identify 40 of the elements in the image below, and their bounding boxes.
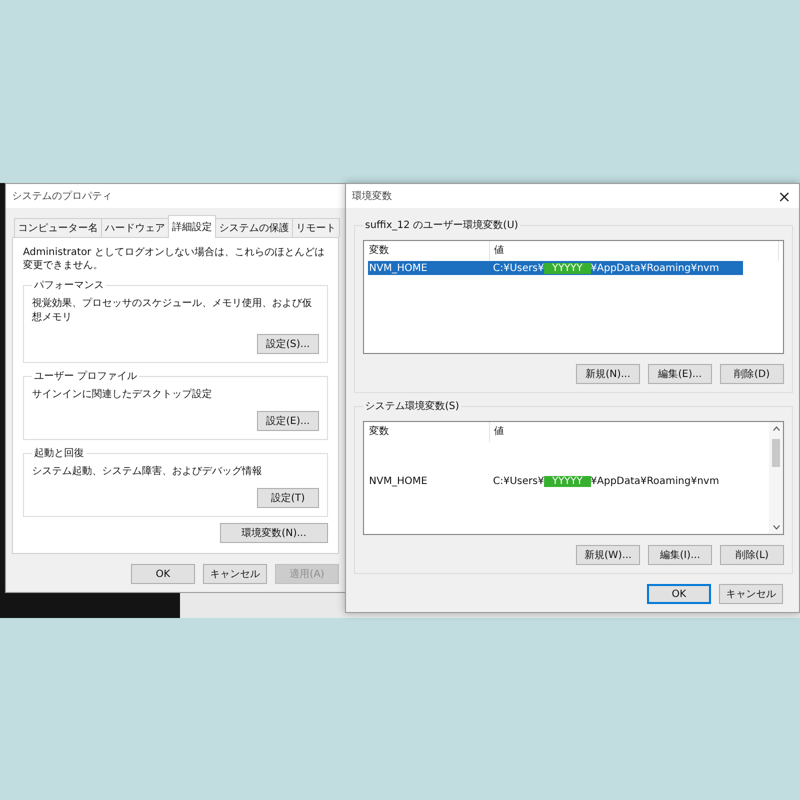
list-action-button[interactable]: 新規(W)...: [576, 545, 640, 565]
environment-variables-button[interactable]: 環境変数(N)...: [220, 523, 328, 543]
list-action-button[interactable]: 編集(I)...: [648, 545, 712, 565]
variable-row[interactable]: NVM_HOME C:¥Users¥ YYYYY ¥AppData¥Roaming¥nvm: [368, 474, 743, 488]
window-title: 環境変数: [352, 190, 392, 203]
settings-button[interactable]: 設定(E)...: [257, 411, 319, 431]
list-action-button[interactable]: 新規(N)...: [576, 364, 640, 384]
group-description: 視覚効果、プロセッサのスケジュール、メモリ使用、および仮想メモリ: [32, 296, 313, 324]
group-title: パフォーマンス: [33, 279, 105, 292]
list-action-button[interactable]: 削除(L): [720, 545, 784, 565]
dialog-button[interactable]: キャンセル: [719, 584, 783, 604]
variable-value: C:¥Users¥ YYYYY ¥AppData¥Roaming¥nvm: [492, 476, 720, 486]
group-title: システム環境変数(S): [364, 400, 460, 413]
window-title: システムのプロパティ: [12, 190, 112, 203]
variable-name: NVM_HOME: [368, 262, 428, 274]
group-description: サインインに関連したデスクトップ設定: [32, 388, 213, 401]
list-action-button[interactable]: 削除(D): [720, 364, 784, 384]
scroll-thumb[interactable]: [772, 439, 780, 467]
scrollbar[interactable]: [769, 422, 783, 534]
group-title: suffix_12 のユーザー環境変数(U): [364, 218, 520, 232]
list-action-button[interactable]: 編集(E)...: [648, 364, 712, 384]
scroll-down-icon[interactable]: [772, 525, 780, 530]
settings-button[interactable]: 設定(T): [257, 488, 319, 508]
variable-name: NVM_HOME: [368, 476, 428, 486]
column-header: 変数: [368, 422, 490, 442]
dialog-button[interactable]: OK: [131, 564, 195, 584]
scroll-up-icon[interactable]: [772, 426, 780, 431]
variable-row[interactable]: NVM_HOME C:¥Users¥ YYYYY ¥AppData¥Roaming¥nvm: [368, 261, 743, 275]
group-description: システム起動、システム障害、およびデバッグ情報: [32, 464, 263, 478]
group-title: ユーザー プロファイル: [33, 370, 138, 383]
dialog-button[interactable]: キャンセル: [203, 564, 267, 584]
notice-text: Administrator としてログオンしない場合は、これらのほとんどは変更できません。: [23, 246, 326, 272]
tab[interactable]: リモート: [292, 218, 340, 237]
tab[interactable]: 詳細設定: [168, 215, 216, 238]
group-title: 起動と回復: [33, 446, 85, 460]
settings-button[interactable]: 設定(S)...: [257, 334, 319, 354]
variable-value: C:¥Users¥ YYYYY ¥AppData¥Roaming¥nvm: [492, 262, 720, 274]
dialog-button[interactable]: OK: [647, 584, 711, 604]
tab[interactable]: コンピューター名: [14, 218, 102, 237]
close-button[interactable]: ×: [770, 186, 799, 206]
